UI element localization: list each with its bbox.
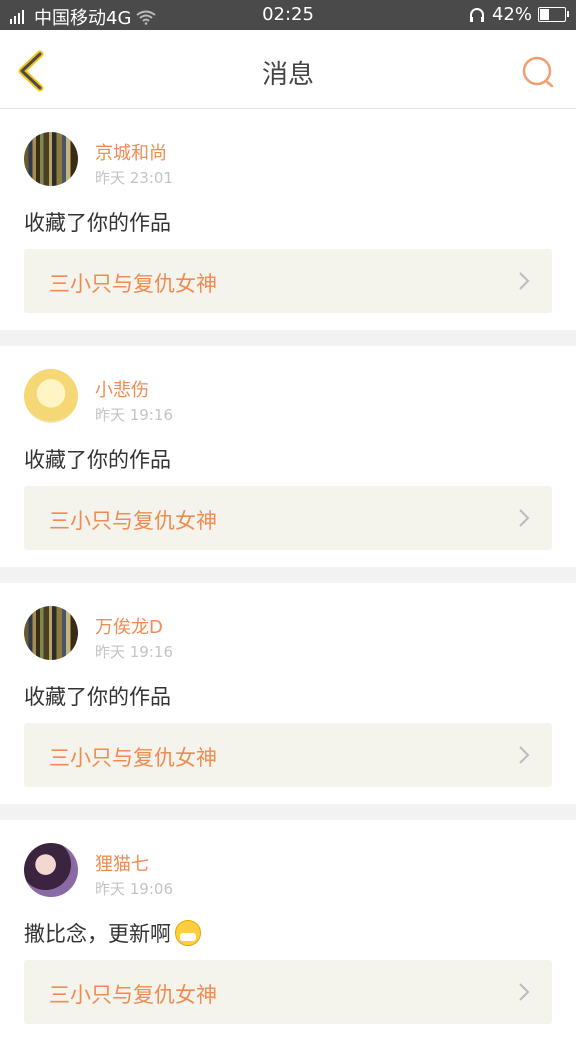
- message-text: 撒比念，更新啊: [24, 918, 201, 948]
- work-link[interactable]: 三小只与复仇女神: [24, 486, 552, 550]
- avatar[interactable]: [24, 369, 78, 423]
- work-link[interactable]: 三小只与复仇女神: [24, 723, 552, 787]
- chevron-right-icon: [519, 272, 530, 290]
- username[interactable]: 狸猫七: [95, 850, 149, 876]
- message-content: 收藏了你的作品: [24, 211, 171, 235]
- divider: [0, 804, 576, 820]
- username[interactable]: 万俟龙D: [95, 613, 163, 639]
- chevron-right-icon: [519, 509, 530, 527]
- work-title: 三小只与复仇女神: [49, 509, 217, 533]
- divider: [0, 330, 576, 346]
- message-content: 收藏了你的作品: [24, 685, 171, 709]
- timestamp: 昨天 19:06: [95, 880, 173, 898]
- search-icon[interactable]: [520, 54, 556, 90]
- message-content: 收藏了你的作品: [24, 448, 171, 472]
- mask-emoji-icon: [175, 920, 201, 946]
- message-list: 京城和尚 昨天 23:01 收藏了你的作品 三小只与复仇女神 小悲伤 昨天 19…: [0, 109, 576, 1041]
- battery-fill: [540, 9, 549, 20]
- timestamp: 昨天 23:01: [95, 169, 173, 187]
- page-title: 消息: [261, 60, 314, 90]
- battery-percent: 42%: [491, 4, 532, 25]
- username[interactable]: 京城和尚: [95, 139, 167, 165]
- work-title: 三小只与复仇女神: [49, 272, 217, 296]
- headset-icon: [469, 7, 484, 22]
- avatar[interactable]: [24, 843, 78, 897]
- work-title: 三小只与复仇女神: [49, 983, 217, 1007]
- message-text: 收藏了你的作品: [24, 681, 171, 711]
- work-link[interactable]: 三小只与复仇女神: [24, 960, 552, 1024]
- avatar[interactable]: [24, 132, 78, 186]
- message-content: 撒比念，更新啊: [24, 922, 171, 946]
- battery-icon: [538, 7, 569, 22]
- status-bar: 中国移动4G 02:25 42%: [0, 0, 576, 30]
- avatar[interactable]: [24, 606, 78, 660]
- message-text: 收藏了你的作品: [24, 207, 171, 237]
- divider: [0, 567, 576, 583]
- status-right: 42%: [468, 4, 569, 25]
- message-item[interactable]: 小悲伤 昨天 19:16 收藏了你的作品 三小只与复仇女神: [0, 346, 576, 567]
- timestamp: 昨天 19:16: [95, 643, 173, 661]
- username[interactable]: 小悲伤: [95, 376, 149, 402]
- work-title: 三小只与复仇女神: [49, 746, 217, 770]
- timestamp: 昨天 19:16: [95, 406, 173, 424]
- message-item[interactable]: 狸猫七 昨天 19:06 撒比念，更新啊 三小只与复仇女神: [0, 820, 576, 1041]
- chevron-right-icon: [519, 746, 530, 764]
- message-item[interactable]: 京城和尚 昨天 23:01 收藏了你的作品 三小只与复仇女神: [0, 109, 576, 330]
- message-text: 收藏了你的作品: [24, 444, 171, 474]
- message-item[interactable]: 万俟龙D 昨天 19:16 收藏了你的作品 三小只与复仇女神: [0, 583, 576, 804]
- chevron-right-icon: [519, 983, 530, 1001]
- nav-bar: 消息: [0, 30, 576, 109]
- work-link[interactable]: 三小只与复仇女神: [24, 249, 552, 313]
